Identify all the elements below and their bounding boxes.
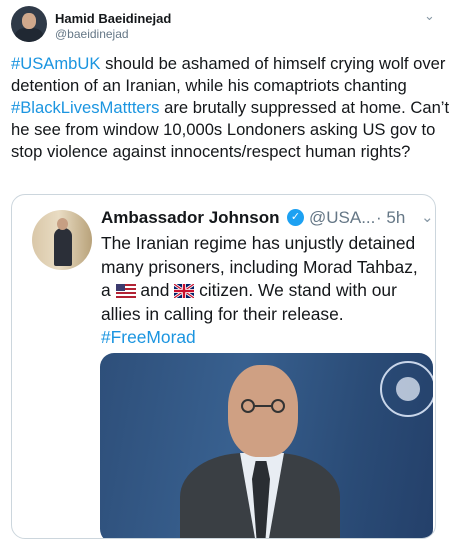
hashtag-link[interactable]: #FreeMorad — [101, 327, 196, 347]
state-department-seal — [380, 361, 433, 417]
quoted-tweet-card[interactable]: Ambassador Johnson ✓ @USA... · 5h ⌄ The … — [11, 194, 436, 539]
hashtag-link[interactable]: #USAmbUK — [11, 54, 100, 73]
quoted-text-line: The Iranian regime has unjustly detained… — [101, 233, 418, 277]
quoted-timestamp[interactable]: · 5h — [376, 208, 405, 228]
tweet-author-name[interactable]: Hamid Baeidinejad — [55, 11, 171, 26]
quoted-author-avatar[interactable] — [32, 210, 92, 270]
verified-badge-icon: ✓ — [287, 209, 304, 226]
chevron-down-icon[interactable]: ⌄ — [424, 8, 435, 24]
hashtag-link[interactable]: #BlackLivesMattters — [11, 98, 159, 117]
glasses-shape — [241, 399, 285, 413]
tweet-author-handle[interactable]: @baeidinejad — [55, 27, 129, 41]
quoted-author-handle[interactable]: @USA... — [309, 208, 375, 228]
tweet-text: #USAmbUK should be ashamed of himself cr… — [11, 53, 451, 163]
chevron-down-icon[interactable]: ⌄ — [421, 208, 434, 226]
quoted-video-thumbnail[interactable] — [100, 353, 433, 538]
uk-flag-icon — [174, 284, 195, 298]
quoted-tweet-text: The Iranian regime has unjustly detained… — [101, 232, 431, 350]
quoted-text-a: a — [101, 280, 111, 300]
tweet-avatar[interactable] — [11, 6, 47, 42]
quoted-text-and: and — [140, 280, 170, 300]
quoted-author-name[interactable]: Ambassador Johnson — [101, 208, 280, 228]
us-flag-icon — [115, 284, 136, 298]
